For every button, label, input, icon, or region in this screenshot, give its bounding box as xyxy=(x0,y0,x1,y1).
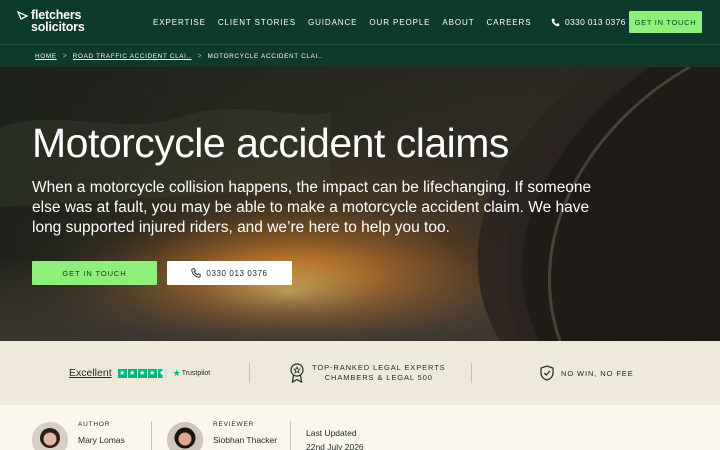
trustpilot-rating-label: Excellent xyxy=(69,367,112,379)
author-name[interactable]: Mary Lomas xyxy=(78,435,125,445)
breadcrumb-separator: > xyxy=(197,52,202,60)
breadcrumb-current: MOTORCYCLE ACCIDENT CLAI.. xyxy=(207,52,323,60)
brand-line2: solicitors xyxy=(31,20,85,34)
author-label: AUTHOR xyxy=(78,421,111,428)
award-badge: TOP-RANKED LEGAL EXPERTS CHAMBERS & LEGA… xyxy=(289,363,446,383)
star-icon: ★ xyxy=(147,368,157,378)
no-win-no-fee-text: NO WIN, NO FEE xyxy=(561,368,634,378)
main-nav: EXPERTISE CLIENT STORIES GUIDANCE OUR PE… xyxy=(153,0,531,44)
header-phone-number: 0330 013 0376 xyxy=(565,17,626,27)
divider xyxy=(249,363,250,383)
nav-guidance[interactable]: GUIDANCE xyxy=(308,18,357,27)
nav-careers[interactable]: CAREERS xyxy=(486,18,531,27)
shield-check-icon xyxy=(540,365,554,381)
page-title: Motorcycle accident claims xyxy=(32,120,509,166)
updated-label: Last Updated xyxy=(306,428,357,438)
phone-icon xyxy=(191,268,202,278)
no-win-no-fee-badge: NO WIN, NO FEE xyxy=(540,365,634,381)
logo-mark-icon xyxy=(17,10,29,20)
updated-date: 22nd July 2026 xyxy=(306,442,364,450)
trustpilot-stars: ★ ★ ★ ★ ★ xyxy=(117,368,167,378)
trust-strip: Excellent ★ ★ ★ ★ ★ ★ Trustpilot TOP-RAN… xyxy=(0,341,720,405)
award-rosette-icon xyxy=(290,363,304,383)
article-meta: AUTHOR Mary Lomas REVIEWER Siobhan Thack… xyxy=(0,405,720,450)
reviewer-label: REVIEWER xyxy=(213,421,255,428)
half-star-icon: ★ xyxy=(157,368,167,378)
award-text: TOP-RANKED LEGAL EXPERTS CHAMBERS & LEGA… xyxy=(312,363,446,383)
hero-subtitle: When a motorcycle collision happens, the… xyxy=(32,179,592,236)
breadcrumb-separator: > xyxy=(62,52,67,60)
star-icon: ★ xyxy=(117,368,127,378)
reviewer-avatar[interactable] xyxy=(167,422,203,450)
nav-our-people[interactable]: OUR PEOPLE xyxy=(369,18,430,27)
nav-about[interactable]: ABOUT xyxy=(442,18,474,27)
reviewer-name[interactable]: Siobhan Thacker xyxy=(213,435,277,445)
trustpilot-star-icon: ★ xyxy=(172,367,181,378)
nav-client-stories[interactable]: CLIENT STORIES xyxy=(218,18,296,27)
award-line2: CHAMBERS & LEGAL 500 xyxy=(324,373,433,382)
star-icon: ★ xyxy=(137,368,147,378)
site-header: fletchers solicitors EXPERTISE CLIENT ST… xyxy=(0,0,720,44)
breadcrumb: HOME > ROAD TRAFFIC ACCIDENT CLAI.. > MO… xyxy=(0,44,720,67)
award-line1: TOP-RANKED LEGAL EXPERTS xyxy=(312,363,446,372)
divider xyxy=(471,363,472,383)
brand-logo[interactable]: fletchers solicitors xyxy=(17,9,85,33)
hero-call-button[interactable]: 0330 013 0376 xyxy=(167,261,292,285)
author-photo xyxy=(32,422,68,450)
breadcrumb-home[interactable]: HOME xyxy=(35,53,57,60)
phone-icon xyxy=(551,18,560,26)
nav-expertise[interactable]: EXPERTISE xyxy=(153,18,206,27)
star-icon: ★ xyxy=(127,368,137,378)
reviewer-photo xyxy=(167,422,203,450)
header-phone-link[interactable]: 0330 013 0376 xyxy=(551,0,626,44)
author-avatar[interactable] xyxy=(32,422,68,450)
header-get-in-touch-button[interactable]: GET IN TOUCH xyxy=(629,11,702,33)
breadcrumb-road-traffic[interactable]: ROAD TRAFFIC ACCIDENT CLAI.. xyxy=(73,53,192,60)
hero-get-in-touch-button[interactable]: GET IN TOUCH xyxy=(32,261,157,285)
hero-section: Motorcycle accident claims When a motorc… xyxy=(0,67,720,341)
divider xyxy=(290,421,291,450)
trustpilot-logo: ★ Trustpilot xyxy=(173,368,211,379)
trustpilot-wordmark: Trustpilot xyxy=(181,369,211,377)
hero-call-number: 0330 013 0376 xyxy=(206,268,268,278)
divider xyxy=(151,421,152,450)
trustpilot-widget[interactable]: Excellent ★ ★ ★ ★ ★ ★ Trustpilot xyxy=(69,367,210,379)
